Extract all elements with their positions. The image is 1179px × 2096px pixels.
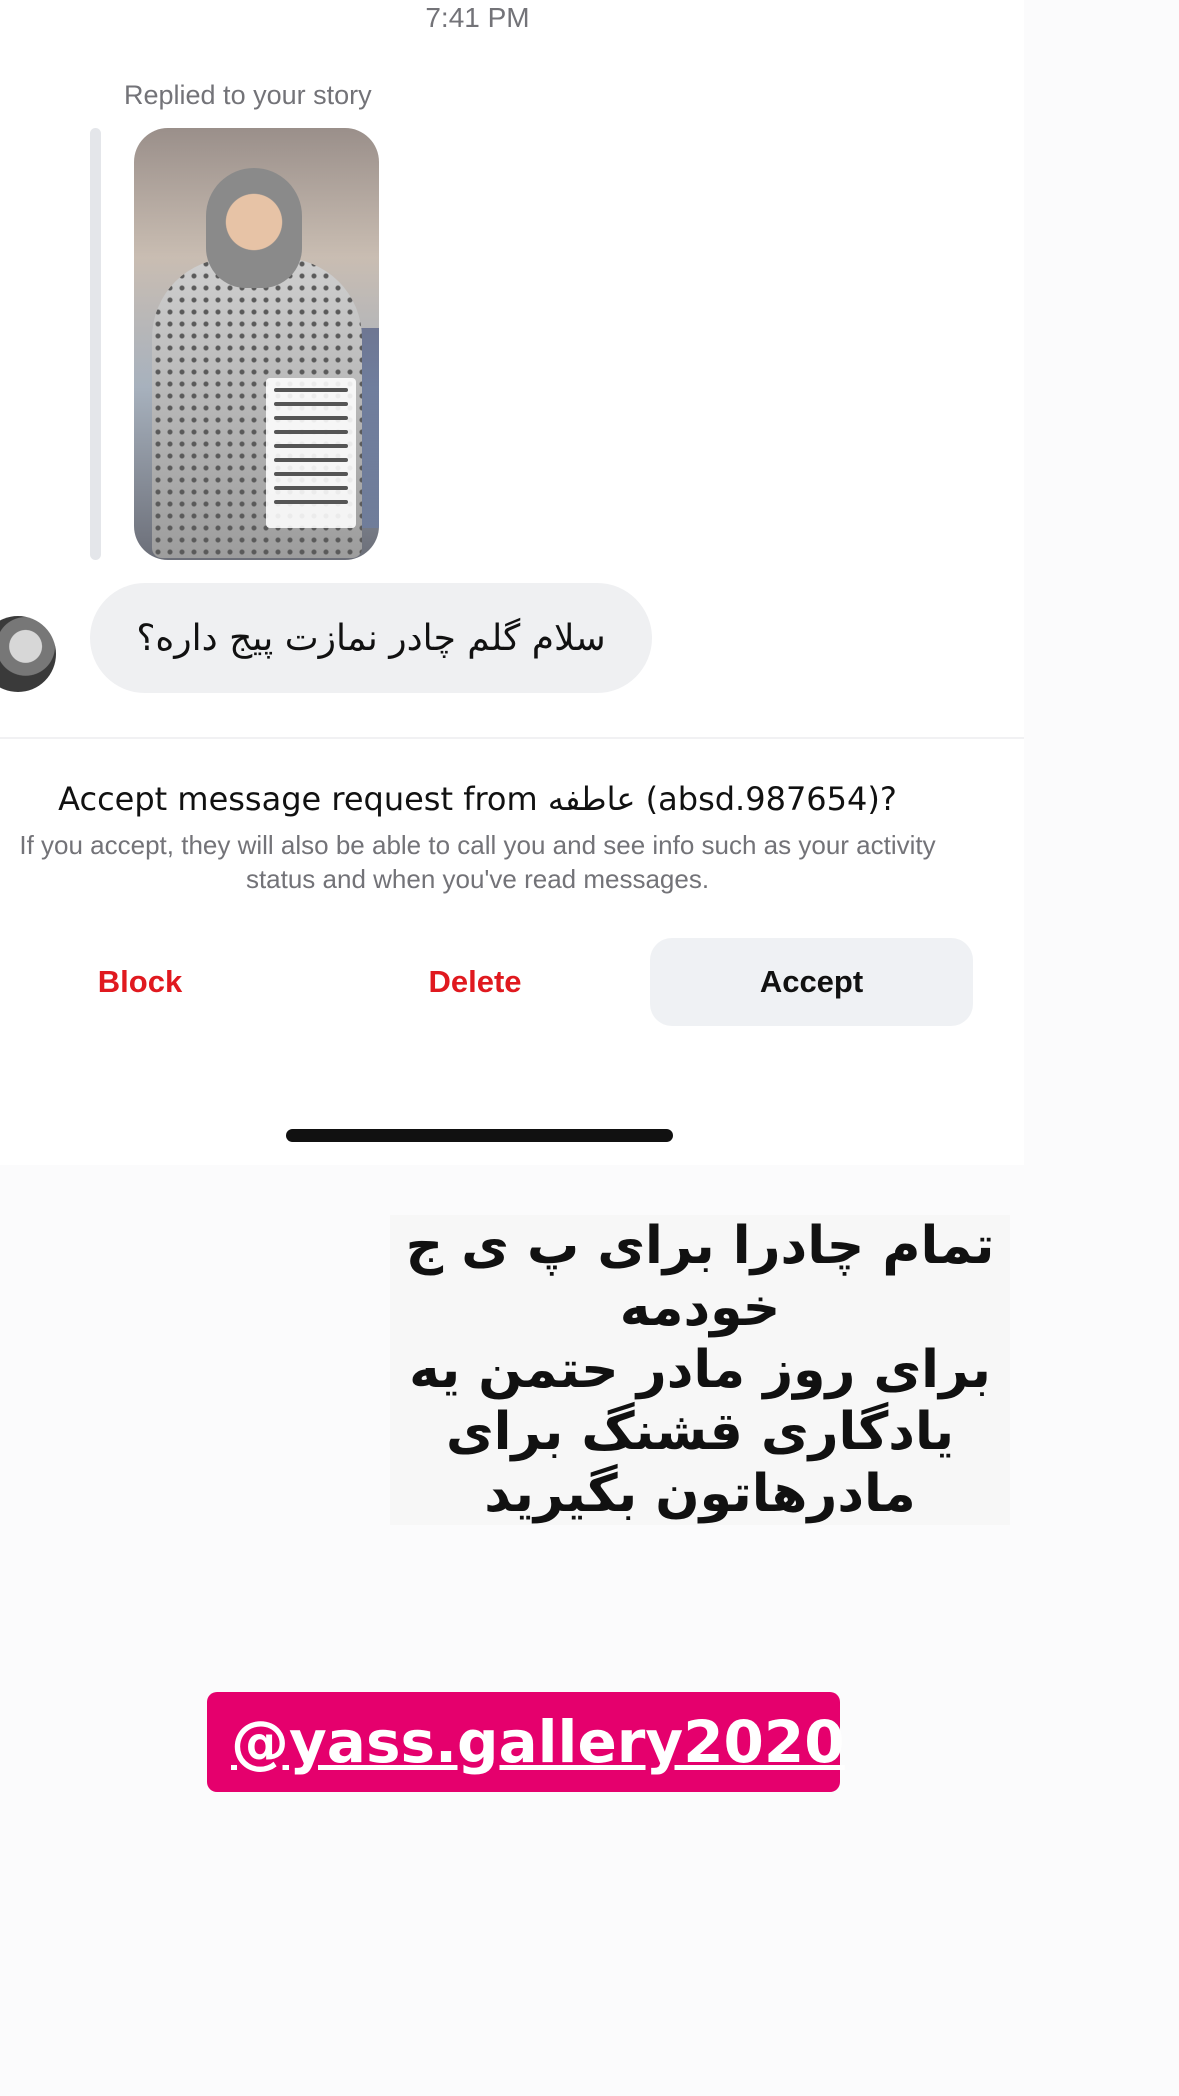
accept-button[interactable]: Accept <box>650 938 973 1026</box>
request-title: Accept message request from عاطفه (absd.… <box>58 780 897 818</box>
story-text-sticker <box>266 378 356 528</box>
replied-label: Replied to your story <box>124 80 372 110</box>
sender-avatar[interactable] <box>0 616 56 692</box>
caption-line: برای روز مادر حتمن یه <box>390 1339 1010 1401</box>
home-indicator[interactable] <box>286 1129 673 1142</box>
story-overlay-caption: تمام چادرا برای پ ی ج خودمه برای روز ماد… <box>390 1215 1010 1525</box>
reply-quote-bar <box>90 128 101 560</box>
caption-line: مادرهاتون بگیرید <box>390 1463 1010 1525</box>
dm-screen: 7:41 PM Replied to your story سلام گلم چ… <box>0 0 1024 1165</box>
block-button[interactable]: Block <box>40 938 240 1026</box>
message-timestamp: 7:41 PM <box>425 2 530 33</box>
caption-line: تمام چادرا برای پ ی ج <box>390 1215 1010 1277</box>
story-figure-head <box>206 168 302 288</box>
divider <box>0 737 1024 739</box>
caption-line: یادگاری قشنگ برای <box>390 1401 1010 1463</box>
delete-button[interactable]: Delete <box>375 938 575 1026</box>
request-subtitle: If you accept, they will also be able to… <box>19 830 936 894</box>
mention-sticker[interactable]: @yass.gallery2020 <box>207 1692 845 1792</box>
message-bubble[interactable]: سلام گلم چادر نمازت پیج داره؟ <box>90 583 652 693</box>
story-thumbnail[interactable] <box>134 128 379 560</box>
caption-line: خودمه <box>390 1277 1010 1339</box>
